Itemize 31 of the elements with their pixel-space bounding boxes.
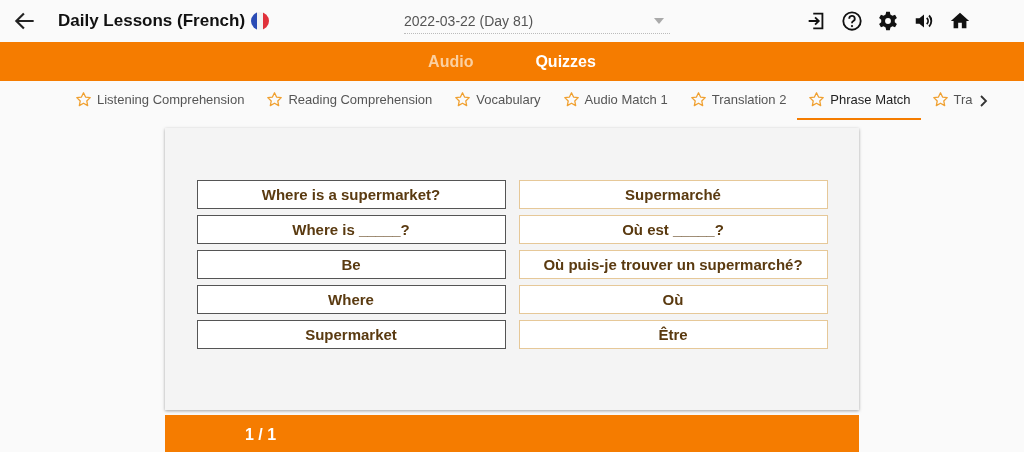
- quiz-tab[interactable]: Translation 2: [689, 81, 798, 120]
- french-phrase-button[interactable]: Supermarché: [518, 180, 828, 209]
- english-phrase-button[interactable]: Supermarket: [196, 320, 506, 349]
- page-counter: 1 / 1: [245, 426, 277, 444]
- star-icon: [562, 91, 580, 108]
- french-phrase-button[interactable]: Où est _____?: [518, 215, 828, 244]
- star-icon: [266, 91, 284, 108]
- star-icon: [75, 91, 92, 108]
- quiz-tab[interactable]: Listening Comprehension: [75, 81, 256, 120]
- english-phrase-button[interactable]: Where is a supermarket?: [196, 180, 506, 209]
- english-phrase-button[interactable]: Be: [196, 250, 506, 279]
- english-phrase-button[interactable]: Where: [196, 285, 506, 314]
- star-icon: [931, 91, 949, 108]
- quiz-tab[interactable]: Tra: [931, 81, 973, 120]
- date-select[interactable]: 2022-03-22 (Day 81): [404, 8, 670, 34]
- english-phrase-button[interactable]: Where is _____?: [196, 215, 506, 244]
- help-icon[interactable]: [841, 10, 863, 32]
- quiz-tab[interactable]: Vocabulary: [454, 81, 552, 120]
- french-phrase-button[interactable]: Où: [518, 285, 828, 314]
- star-icon: [808, 91, 826, 108]
- star-icon: [454, 91, 472, 108]
- french-phrase-button[interactable]: Être: [518, 320, 828, 349]
- quiz-tab[interactable]: Reading Comprehension: [266, 81, 444, 120]
- caret-icon: [654, 17, 664, 24]
- quiz-tab[interactable]: Audio Match 1: [562, 81, 679, 120]
- flag-icon: [250, 11, 271, 31]
- settings-icon[interactable]: [877, 10, 899, 32]
- quiz-tab[interactable]: Phrase Match: [797, 81, 921, 120]
- star-icon: [689, 91, 707, 108]
- french-phrase-button[interactable]: Où puis-je trouver un supermarché?: [518, 250, 828, 279]
- page-title: Daily Lessons (French): [58, 11, 246, 31]
